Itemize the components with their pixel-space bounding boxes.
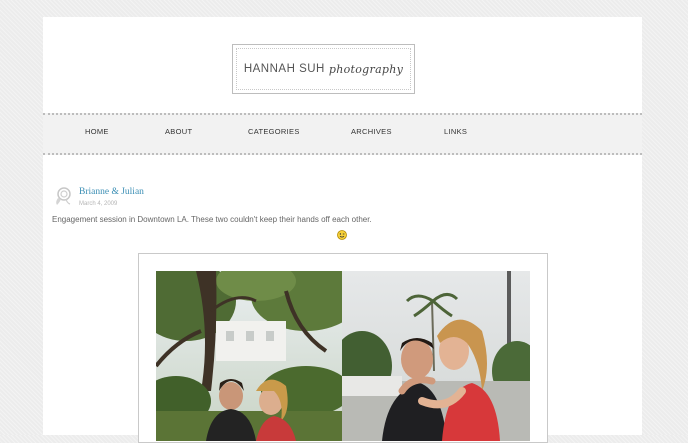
post-date: March 4, 2009 (79, 201, 118, 207)
post-body-text: Engagement session in Downtown LA. These… (52, 215, 372, 224)
nav-categories[interactable]: CATEGORIES (248, 127, 300, 136)
site-logo[interactable]: HANNAH SUH photography (232, 44, 415, 94)
logo-name: HANNAH SUH (243, 63, 325, 75)
couple-trees-photo[interactable] (156, 271, 342, 441)
couple-kiss-photo[interactable] (342, 271, 530, 441)
wink-smiley-icon (337, 227, 347, 240)
rose-icon (53, 186, 73, 206)
nav-archives[interactable]: ARCHIVES (351, 127, 392, 136)
photo-frame (138, 253, 548, 443)
nav-about[interactable]: ABOUT (165, 127, 192, 136)
logo-script: photography (328, 62, 404, 76)
post-title-link[interactable]: Brianne & Julian (79, 187, 144, 197)
nav-links[interactable]: LINKS (444, 127, 467, 136)
main-navigation: HOME ABOUT CATEGORIES ARCHIVES LINKS (43, 113, 642, 155)
logo-inner-frame: HANNAH SUH photography (236, 48, 411, 90)
nav-home[interactable]: HOME (85, 127, 109, 136)
